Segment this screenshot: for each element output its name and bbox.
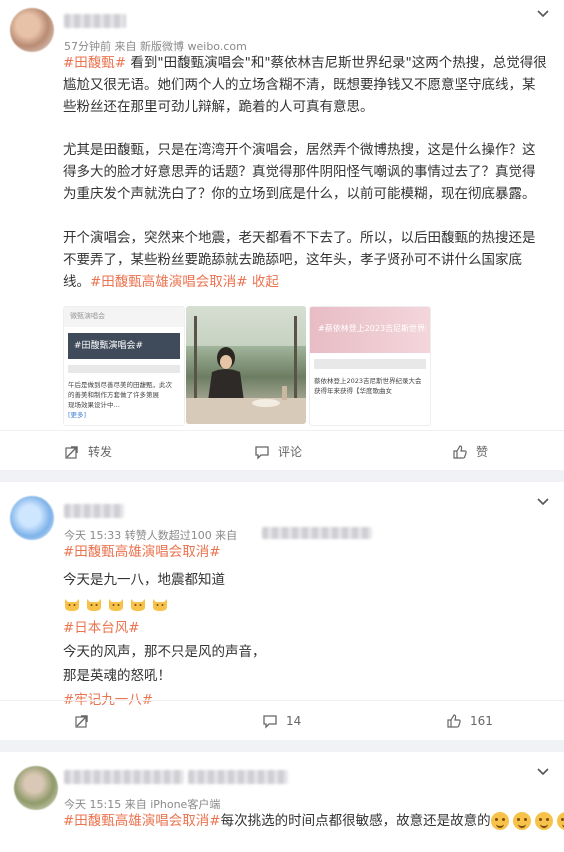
avatar[interactable] xyxy=(10,8,54,52)
separator xyxy=(0,740,564,752)
chevron-down-icon[interactable] xyxy=(536,764,550,782)
forward-label: 转发 xyxy=(88,445,113,459)
like-label: 赞 xyxy=(476,445,489,459)
chevron-down-icon[interactable] xyxy=(536,494,550,512)
thumb-more: [更多] xyxy=(68,411,87,419)
smirk-emoji-icon xyxy=(490,812,509,830)
cat-emoji-icon xyxy=(87,599,101,611)
avatar[interactable] xyxy=(14,766,58,810)
smirk-emoji-icon xyxy=(556,812,564,830)
post-actions: 转发 评论 赞 xyxy=(0,430,564,471)
username[interactable] xyxy=(64,770,184,784)
thumb-line: 获得年来获得【华度歌曲女 xyxy=(314,387,392,395)
smirk-emoji-icon xyxy=(534,812,553,830)
post-body: #田馥甄# 看到"田馥甄演唱会"和"蔡依林吉尼斯世界纪录"这两个热搜，总觉得很尴… xyxy=(63,52,548,293)
cat-emoji-icon xyxy=(153,599,167,611)
post-line: 那是英魂的怒吼！ xyxy=(63,668,171,684)
post-paragraph: 尤其是田馥甄，只是在湾湾开个演唱会，居然弄个微博热搜，这是什么操作？这得多大的脸… xyxy=(63,142,536,202)
image-thumbnail[interactable]: #蔡依林登上2023吉尼斯世界纪录# 蔡依林登上2023吉尼斯世界纪录大会 获得… xyxy=(309,306,431,426)
separator xyxy=(0,470,564,482)
like-button[interactable]: 161 xyxy=(446,713,493,729)
emoji-row xyxy=(63,592,548,616)
thumb-title: #蔡依林登上2023吉尼斯世界纪录# xyxy=(318,324,426,333)
like-count: 161 xyxy=(470,714,493,728)
hashtag-link[interactable]: #田馥甄高雄演唱会取消# xyxy=(63,813,221,829)
post-body: #田馥甄高雄演唱会取消# 今天是九一八，地震都知道 #日本台风# 今天的风声，那… xyxy=(63,540,548,712)
chevron-down-icon[interactable] xyxy=(536,6,550,24)
post-line: 每次挑选的时间点都很敏感，故意还是故意的 xyxy=(220,813,491,829)
forward-icon xyxy=(65,445,78,459)
username-extra xyxy=(188,770,288,784)
hashtag-link[interactable]: #日本台风# xyxy=(63,616,548,640)
username[interactable] xyxy=(64,504,124,518)
smirk-emoji-icon xyxy=(512,812,531,830)
post-line: 今天是九一八，地震都知道 xyxy=(63,572,225,588)
thumb-line: 的善美和制作方套做了许多第展 xyxy=(68,391,159,399)
cat-emoji-icon xyxy=(65,599,79,611)
forward-button[interactable] xyxy=(74,713,98,729)
forward-button[interactable]: 转发 xyxy=(64,443,112,460)
thumb-line: 现场效果设计中… xyxy=(68,401,120,409)
hashtag-link[interactable]: #田馥甄高雄演唱会取消# xyxy=(90,274,248,290)
cat-emoji-icon xyxy=(131,599,145,611)
like-button[interactable]: 赞 xyxy=(452,443,488,460)
comment-icon xyxy=(255,445,269,460)
post-actions: 14 161 xyxy=(0,700,564,741)
post-line: 今天的风声，那不只是风的声音， xyxy=(63,644,266,660)
thumbs-up-icon xyxy=(447,714,461,728)
hashtag-link[interactable]: #田馥甄# xyxy=(63,55,126,71)
username[interactable] xyxy=(64,14,126,28)
weibo-post: 今天 15:15 来自 iPhone客户端 #田馥甄高雄演唱会取消#每次挑选的时… xyxy=(0,752,564,852)
comment-button[interactable]: 评论 xyxy=(254,443,302,460)
forward-icon xyxy=(75,715,88,728)
weibo-post: 今天 15:33 转赞人数超过100 来自 #田馥甄高雄演唱会取消# 今天是九一… xyxy=(0,482,564,740)
thumb-line: 蔡依林登上2023吉尼斯世界纪录大会 xyxy=(314,377,422,385)
thumb-title: #田馥甄演唱会# xyxy=(68,333,180,359)
cat-emoji-icon xyxy=(109,599,123,611)
source-app[interactable] xyxy=(262,527,372,539)
post-paragraph: 开个演唱会，突然来个地震，老天都看不下去了。所以，以后田馥甄的热搜还是不要弄了，… xyxy=(63,227,548,293)
photo-illustration xyxy=(186,306,306,424)
collapse-link[interactable]: 收起 xyxy=(248,274,279,290)
comment-label: 评论 xyxy=(278,445,303,459)
thumb-header: 微甄演唱会 xyxy=(64,307,184,327)
avatar[interactable] xyxy=(10,496,54,540)
image-thumbnail[interactable] xyxy=(186,306,306,424)
thumbs-up-icon xyxy=(453,444,467,459)
post-body: #田馥甄高雄演唱会取消#每次挑选的时间点都很敏感，故意还是故意的 xyxy=(63,810,564,832)
image-thumbnail[interactable]: 微甄演唱会 #田馥甄演唱会# 午后是做到尽善尽美的田馥甄，此次 的善美和制作方套… xyxy=(63,306,185,426)
comment-icon xyxy=(263,715,277,729)
hashtag-link[interactable]: #田馥甄高雄演唱会取消# xyxy=(63,540,548,564)
comment-button[interactable]: 14 xyxy=(262,713,301,729)
thumb-line: 午后是做到尽善尽美的田馥甄，此次 xyxy=(68,381,172,389)
post-paragraph: #田馥甄# 看到"田馥甄演唱会"和"蔡依林吉尼斯世界纪录"这两个热搜，总觉得很尴… xyxy=(63,52,548,118)
paragraph-text: 看到"田馥甄演唱会"和"蔡依林吉尼斯世界纪录"这两个热搜，总觉得很尴尬又很无语。… xyxy=(63,55,547,115)
comment-count: 14 xyxy=(286,714,302,728)
weibo-post: 57分钟前 来自 新版微博 weibo.com #田馥甄# 看到"田馥甄演唱会"… xyxy=(0,0,564,470)
